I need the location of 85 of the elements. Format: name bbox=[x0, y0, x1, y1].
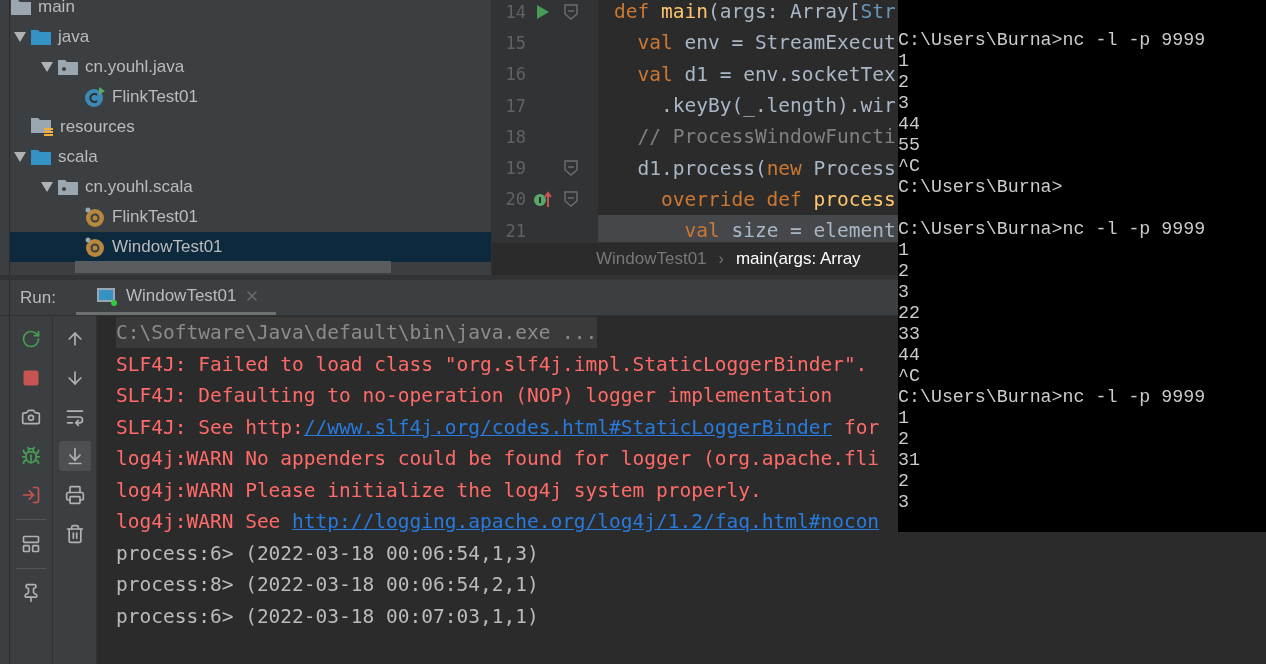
scroll-to-end-button[interactable] bbox=[58, 441, 91, 471]
console-text: process:8> (2022-03-18 00:06:54,2,1) bbox=[116, 572, 539, 599]
console-text: log4j:WARN Please initialize the log4j system properly. bbox=[116, 477, 762, 504]
camera-icon[interactable] bbox=[21, 407, 41, 427]
folder-icon bbox=[10, 0, 32, 16]
expanded-arrow-icon[interactable] bbox=[14, 32, 26, 42]
console-text: process:6> (2022-03-18 00:06:54,1,3) bbox=[116, 540, 539, 567]
terminal-line: 22 bbox=[898, 302, 920, 323]
terminal-line: 2 bbox=[898, 470, 909, 491]
printer-icon[interactable] bbox=[64, 485, 85, 505]
tree-item[interactable]: cn.youhl.java bbox=[10, 52, 491, 82]
code-line: val env = StreamExecut bbox=[636, 30, 897, 57]
terminal-line: 1 bbox=[898, 50, 909, 71]
tree-item[interactable]: java bbox=[10, 22, 491, 52]
fold-icon[interactable] bbox=[564, 191, 578, 208]
stop-icon[interactable] bbox=[22, 369, 40, 387]
terminal-line: C:\Users\Burna>nc -l -p 9999 bbox=[898, 218, 1206, 239]
terminal-line: 44 bbox=[898, 344, 920, 365]
code-line: override def process bbox=[659, 186, 897, 213]
console-link[interactable]: //www.slf4j.org/codes.html#StaticLoggerBinder bbox=[303, 415, 833, 439]
folder-icon bbox=[30, 28, 52, 46]
package-icon bbox=[57, 58, 79, 76]
console-text: log4j:WARN See bbox=[116, 509, 282, 536]
tree-item[interactable]: cn.youhl.scala bbox=[10, 172, 491, 202]
code-line: // ProcessWindowFuncti bbox=[636, 124, 897, 151]
terminal-line: ^C bbox=[898, 155, 920, 176]
terminal-line: 2 bbox=[898, 260, 909, 281]
class-icon bbox=[84, 86, 106, 108]
code-line: .keyBy(_.length).wir bbox=[659, 93, 897, 120]
horizontal-scrollbar[interactable] bbox=[75, 261, 391, 273]
login-icon[interactable] bbox=[21, 485, 41, 505]
terminal-line: 2 bbox=[898, 428, 909, 449]
terminal-line: 33 bbox=[898, 323, 920, 344]
code-line: val d1 = env.socketTex bbox=[636, 61, 897, 88]
fold-icon[interactable] bbox=[564, 3, 578, 20]
console-text: SLF4J: See http: bbox=[116, 414, 304, 441]
console-text: log4j:WARN No appenders could be found for logger (org.apache.fli bbox=[116, 446, 880, 473]
breadcrumb-item[interactable]: WindowTest01 bbox=[596, 249, 707, 269]
console-text: for bbox=[842, 414, 880, 441]
tree-item[interactable]: main bbox=[10, 0, 491, 22]
terminal-line: 1 bbox=[898, 239, 909, 260]
package-icon bbox=[57, 178, 79, 196]
object-icon bbox=[84, 206, 106, 228]
terminal-line: 1 bbox=[898, 407, 909, 428]
implements-icon[interactable] bbox=[533, 190, 553, 209]
console-text: SLF4J: Defaulting to no-operation (NOP) logger implementation bbox=[116, 383, 833, 410]
fold-icon[interactable] bbox=[564, 160, 578, 177]
console-text: SLF4J: Failed to load class "org.slf4j.impl.StaticLoggerBinder". bbox=[116, 351, 868, 378]
rerun-icon[interactable] bbox=[21, 329, 41, 349]
layout-icon[interactable] bbox=[21, 534, 41, 554]
console-text: C:\Software\Java\default\bin\java.exe ... bbox=[116, 317, 598, 349]
breadcrumb-item[interactable]: main(args: Array bbox=[735, 249, 861, 269]
terminal-line: C:\Users\Burna>nc -l -p 9999 bbox=[898, 386, 1206, 407]
breadcrumb-separator: › bbox=[718, 250, 724, 268]
code-line: d1.process(new Process bbox=[636, 155, 897, 182]
object-icon bbox=[84, 236, 106, 258]
run-label: Run: bbox=[20, 287, 56, 308]
tree-item[interactable]: resources bbox=[10, 112, 491, 142]
terminal-line: ^C bbox=[898, 365, 920, 386]
console-link[interactable]: http://logging.apache.org/log4j/1.2/faq.html#nocon bbox=[292, 510, 880, 534]
terminal-line: 55 bbox=[898, 134, 920, 155]
terminal-line: C:\Users\Burna>nc -l -p 9999 bbox=[898, 29, 1206, 50]
pin-icon[interactable] bbox=[21, 583, 41, 603]
resources-folder-icon bbox=[30, 116, 54, 138]
bug-icon[interactable] bbox=[21, 446, 41, 466]
terminal-line: 2 bbox=[898, 71, 909, 92]
tree-item[interactable]: WindowTest01 bbox=[10, 232, 491, 262]
expanded-arrow-icon[interactable] bbox=[14, 152, 26, 162]
code-line: def main(args: Array[Str bbox=[613, 0, 897, 26]
tree-item[interactable]: FlinkTest01 bbox=[10, 82, 491, 112]
run-icon[interactable] bbox=[536, 3, 550, 20]
terminal-line: 3 bbox=[898, 92, 909, 113]
terminal-line: 3 bbox=[898, 281, 909, 302]
tree-item[interactable]: FlinkTest01 bbox=[10, 202, 491, 232]
terminal-line: C:\Users\Burna> bbox=[898, 176, 1063, 197]
terminal-line: 44 bbox=[898, 113, 920, 134]
console-text: process:6> (2022-03-18 00:07:03,1,1) bbox=[116, 603, 539, 630]
expanded-arrow-icon[interactable] bbox=[41, 62, 53, 72]
folder-icon bbox=[30, 148, 52, 166]
terminal-line: 3 bbox=[898, 491, 909, 512]
tree-item[interactable]: scala bbox=[10, 142, 491, 172]
soft-wrap-icon[interactable] bbox=[64, 407, 85, 427]
trash-icon[interactable] bbox=[64, 524, 85, 544]
expanded-arrow-icon[interactable] bbox=[41, 182, 53, 192]
terminal-line: 31 bbox=[898, 449, 920, 470]
